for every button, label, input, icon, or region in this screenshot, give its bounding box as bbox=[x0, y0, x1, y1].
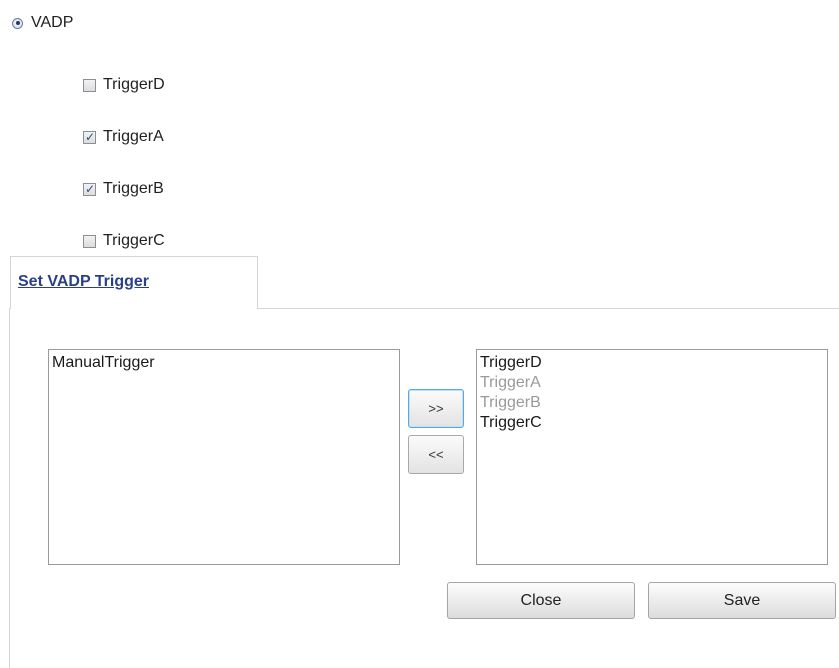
vadp-radio-button[interactable] bbox=[12, 17, 23, 29]
trigger-a-checkbox[interactable]: ✓ bbox=[83, 129, 96, 144]
trigger-checkbox-row[interactable]: ✓ TriggerA bbox=[83, 124, 165, 150]
vadp-radio-label: VADP bbox=[31, 14, 74, 31]
trigger-settings-panel bbox=[9, 308, 839, 668]
trigger-checkbox-row[interactable]: ✓ TriggerB bbox=[83, 176, 165, 202]
checkmark-icon: ✓ bbox=[85, 181, 96, 196]
trigger-c-checkbox[interactable] bbox=[83, 234, 96, 248]
trigger-d-label: TriggerD bbox=[103, 76, 165, 93]
trigger-checkbox-group: TriggerD ✓ TriggerA ✓ TriggerB TriggerC bbox=[83, 72, 165, 254]
trigger-a-label: TriggerA bbox=[103, 128, 164, 145]
vadp-radio-option[interactable]: VADP bbox=[12, 12, 73, 34]
trigger-b-checkbox[interactable]: ✓ bbox=[83, 181, 96, 196]
trigger-b-label: TriggerB bbox=[103, 180, 164, 197]
tab-set-vadp-trigger-label[interactable]: Set VADP Trigger bbox=[18, 273, 149, 291]
checkmark-icon: ✓ bbox=[85, 129, 96, 144]
radio-selected-icon bbox=[15, 21, 20, 25]
trigger-c-label: TriggerC bbox=[103, 232, 165, 249]
tab-set-vadp-trigger[interactable]: Set VADP Trigger bbox=[10, 256, 258, 309]
trigger-d-checkbox[interactable] bbox=[83, 78, 96, 92]
trigger-checkbox-row[interactable]: TriggerD bbox=[83, 72, 165, 98]
trigger-checkbox-row[interactable]: TriggerC bbox=[83, 228, 165, 254]
